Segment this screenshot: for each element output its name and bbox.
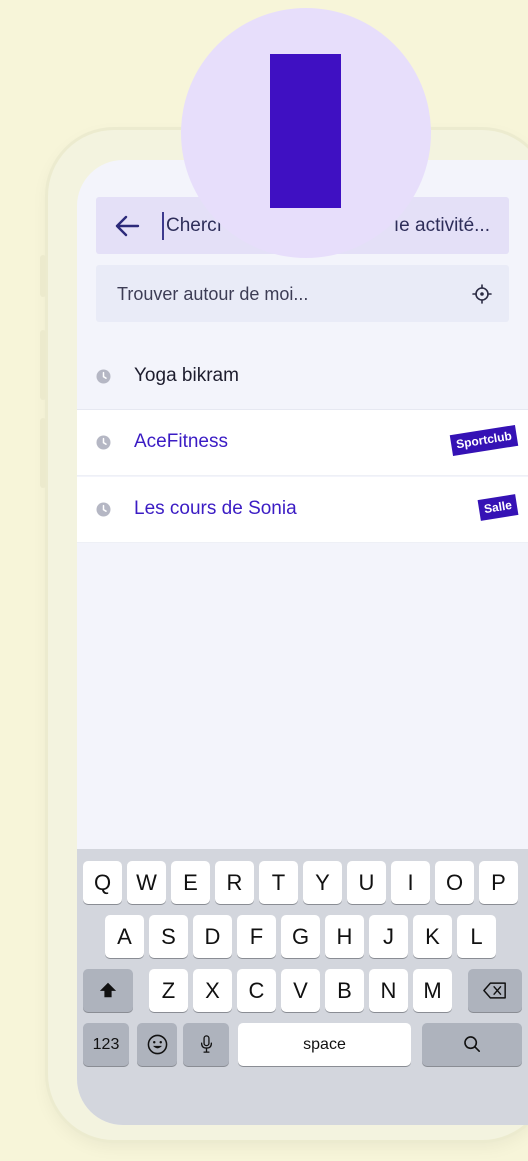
result-label: AceFitness [134,431,228,452]
numbers-key[interactable]: 123 [83,1023,129,1066]
result-label: Yoga bikram [134,365,239,386]
key-p[interactable]: P [479,861,518,904]
location-placeholder: Trouver autour de moi... [117,284,309,304]
result-item[interactable]: Yoga bikram [77,344,528,410]
key-f[interactable]: F [237,915,276,958]
location-search-field[interactable]: Trouver autour de moi... [96,265,509,322]
result-item[interactable]: AceFitness Sportclub [77,410,528,476]
key-n[interactable]: N [369,969,408,1012]
key-y[interactable]: Y [303,861,342,904]
key-u[interactable]: U [347,861,386,904]
keyboard: Q W E R T Y U I O P A S D F G H J K L Z … [77,849,528,1125]
search-input-text-end[interactable]: ıe activité... [394,215,490,237]
history-clock-icon [96,369,111,384]
decorative-rectangle [270,54,341,208]
backspace-icon [483,982,506,999]
space-key[interactable]: space [238,1023,411,1066]
dictation-key[interactable] [183,1023,229,1066]
key-v[interactable]: V [281,969,320,1012]
history-clock-icon [96,435,111,450]
category-badge: Sportclub [449,424,519,457]
shift-arrow-icon [99,982,117,998]
back-arrow-icon[interactable] [114,214,140,238]
key-o[interactable]: O [435,861,474,904]
key-i[interactable]: I [391,861,430,904]
shift-key[interactable] [83,969,133,1012]
key-a[interactable]: A [105,915,144,958]
key-e[interactable]: E [171,861,210,904]
history-clock-icon [96,502,111,517]
result-item[interactable]: Les cours de Sonia Salle [77,477,528,543]
text-caret [162,212,164,240]
key-l[interactable]: L [457,915,496,958]
category-badge: Salle [477,494,519,521]
phone-side-button [40,418,46,488]
key-x[interactable]: X [193,969,232,1012]
key-h[interactable]: H [325,915,364,958]
search-icon [464,1036,481,1053]
search-key[interactable] [422,1023,522,1066]
result-label: Les cours de Sonia [134,498,297,519]
search-input-text[interactable]: Chercı [166,215,222,237]
phone-side-button [40,330,46,400]
key-z[interactable]: Z [149,969,188,1012]
key-r[interactable]: R [215,861,254,904]
emoji-key[interactable] [137,1023,177,1066]
key-s[interactable]: S [149,915,188,958]
key-d[interactable]: D [193,915,232,958]
phone-side-button [40,255,46,297]
phone-screen: Chercı ıe activité... Trouver autour de … [77,160,528,1125]
key-j[interactable]: J [369,915,408,958]
key-m[interactable]: M [413,969,452,1012]
key-w[interactable]: W [127,861,166,904]
microphone-icon [200,1035,212,1053]
key-k[interactable]: K [413,915,452,958]
key-q[interactable]: Q [83,861,122,904]
locate-target-icon[interactable] [472,284,492,304]
backspace-key[interactable] [468,969,522,1012]
emoji-face-icon [147,1034,167,1055]
key-g[interactable]: G [281,915,320,958]
key-t[interactable]: T [259,861,298,904]
key-c[interactable]: C [237,969,276,1012]
key-b[interactable]: B [325,969,364,1012]
